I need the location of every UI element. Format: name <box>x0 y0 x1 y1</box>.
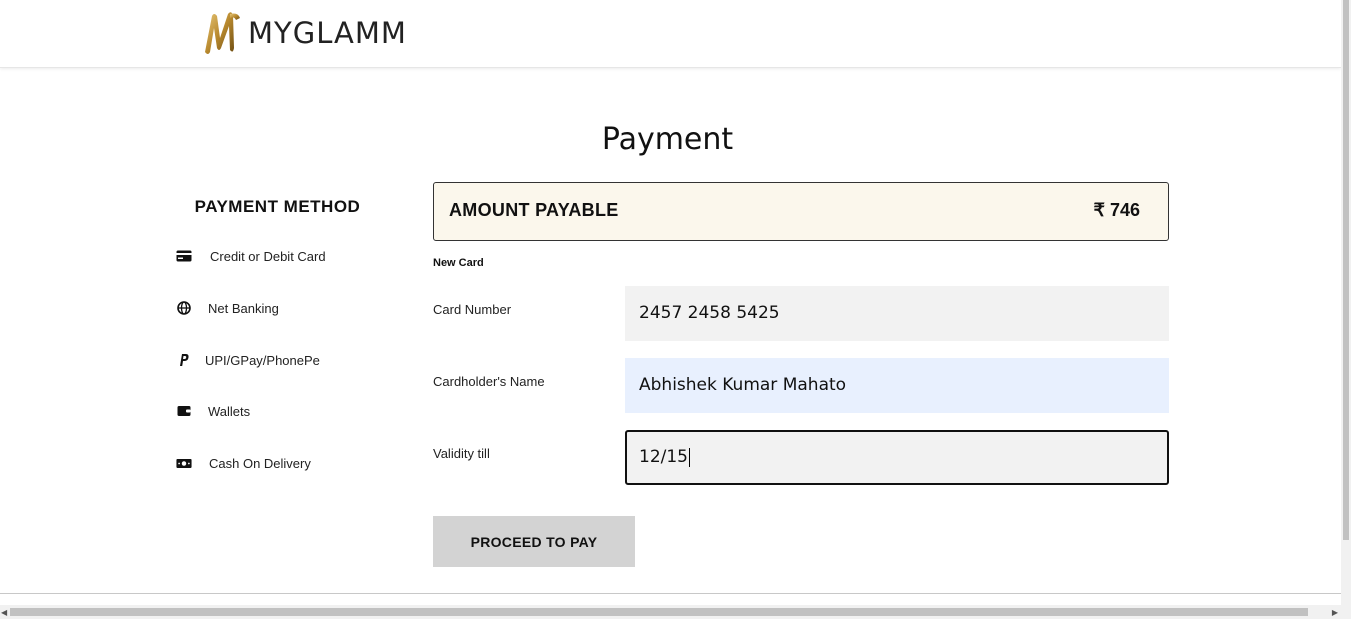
payment-method-label: Net Banking <box>208 300 279 316</box>
payment-method-netbanking[interactable]: Net Banking <box>176 297 279 319</box>
amount-payable-value: ₹ 746 <box>1093 200 1141 220</box>
wallet-icon <box>176 403 192 419</box>
proceed-to-pay-button[interactable]: PROCEED TO PAY <box>433 516 635 567</box>
cardholder-name-value: Abhishek Kumar Mahato <box>639 375 847 395</box>
card-number-label: Card Number <box>433 302 512 317</box>
cardholder-name-label: Cardholder's Name <box>433 374 545 389</box>
vertical-scrollbar[interactable] <box>1341 0 1351 605</box>
validity-label: Validity till <box>433 446 490 461</box>
payment-method-label: UPI/GPay/PhonePe <box>205 352 320 368</box>
scroll-left-arrow-icon[interactable]: ◀ <box>1 608 7 617</box>
payment-method-title: PAYMENT METHOD <box>194 197 361 216</box>
myglamm-m-logo-icon <box>205 12 240 55</box>
payment-method-label: Cash On Delivery <box>209 455 311 471</box>
page-title: Payment <box>601 122 734 157</box>
globe-icon <box>176 300 192 316</box>
payment-method-card[interactable]: Credit or Debit Card <box>176 245 326 267</box>
cardholder-name-input[interactable]: Abhishek Kumar Mahato <box>625 358 1169 413</box>
validity-value: 12/15 <box>639 447 688 467</box>
payment-method-label: Wallets <box>208 403 251 419</box>
footer-divider <box>0 593 1341 594</box>
validity-input[interactable]: 12/15 <box>625 430 1169 485</box>
credit-card-icon <box>176 248 192 264</box>
brand-logo[interactable]: MYGLAMM <box>200 8 407 58</box>
brand-name: MYGLAMM <box>248 16 407 50</box>
horizontal-scrollbar[interactable]: ◀ ▶ <box>0 605 1351 619</box>
payment-method-label: Credit or Debit Card <box>210 248 326 264</box>
text-caret <box>689 447 690 467</box>
card-number-value: 2457 2458 5425 <box>639 303 780 323</box>
card-number-input[interactable]: 2457 2458 5425 <box>625 286 1169 341</box>
payment-method-upi[interactable]: UPI/GPay/PhonePe <box>176 349 320 371</box>
payment-method-cod[interactable]: Cash On Delivery <box>176 452 311 474</box>
site-header: MYGLAMM <box>0 0 1341 68</box>
cash-icon <box>176 455 192 471</box>
amount-payable-label: AMOUNT PAYABLE <box>449 200 619 220</box>
vertical-scrollbar-thumb[interactable] <box>1343 0 1349 540</box>
payment-method-wallets[interactable]: Wallets <box>176 400 250 422</box>
paypal-icon <box>176 352 192 368</box>
amount-payable-box: AMOUNT PAYABLE ₹ 746 <box>433 182 1169 241</box>
horizontal-scrollbar-thumb[interactable] <box>10 608 1308 616</box>
scroll-right-arrow-icon[interactable]: ▶ <box>1332 608 1338 617</box>
new-card-heading: New Card <box>433 257 484 269</box>
